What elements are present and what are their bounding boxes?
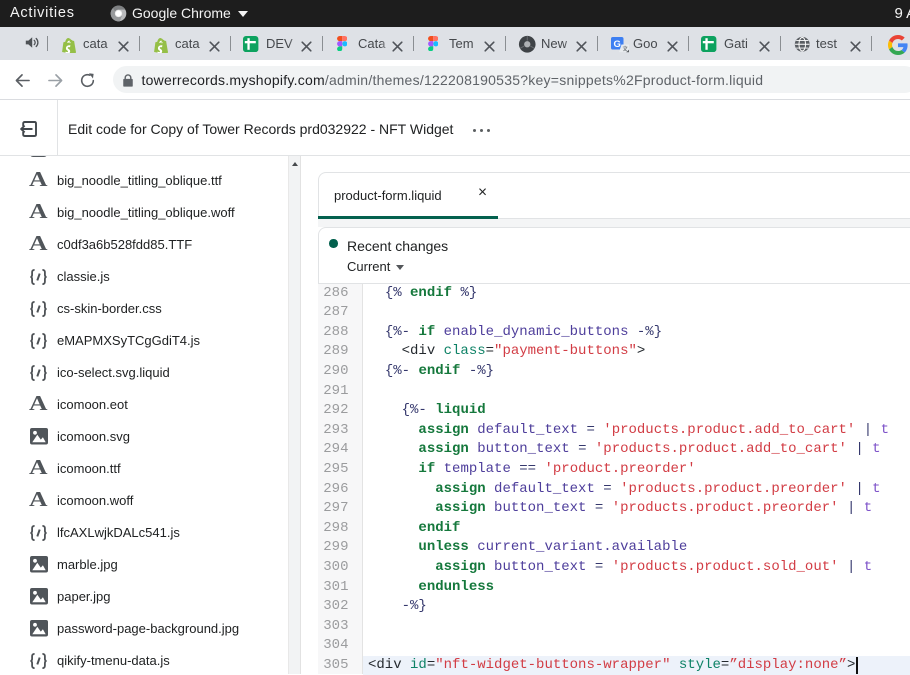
svg-text:G: G <box>613 38 620 49</box>
